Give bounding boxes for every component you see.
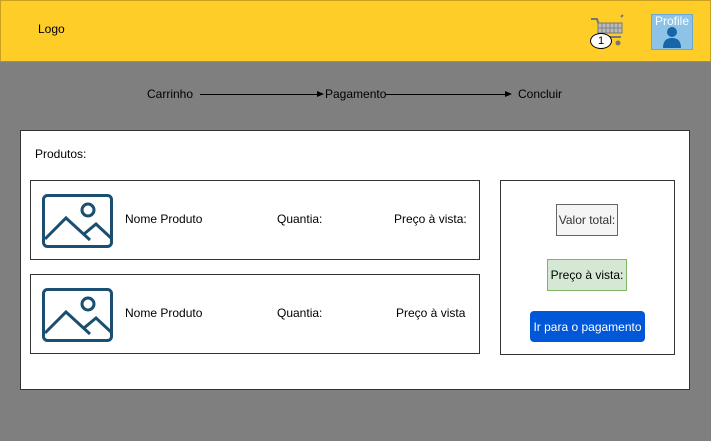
logo[interactable]: Logo xyxy=(38,22,65,36)
product-quantity-label: Quantia: xyxy=(277,212,323,226)
cash-price-label: Preço à vista: xyxy=(547,259,627,291)
user-icon xyxy=(663,27,681,48)
profile-button[interactable]: Profile xyxy=(651,14,693,50)
total-value-label: Valor total: xyxy=(556,204,618,236)
go-to-payment-button[interactable]: Ir para o pagamento xyxy=(530,311,645,342)
step-arrow xyxy=(200,91,324,97)
step-pagamento: Pagamento xyxy=(325,87,387,101)
product-row: Nome Produto Quantia: Preço à vista xyxy=(30,274,480,354)
header: Logo 1 Profile xyxy=(0,0,711,62)
step-carrinho: Carrinho xyxy=(147,87,194,101)
product-price-label: Preço à vista xyxy=(396,306,466,320)
products-title: Produtos: xyxy=(35,147,87,161)
step-arrow xyxy=(386,91,512,97)
image-placeholder-icon xyxy=(42,194,113,248)
product-name: Nome Produto xyxy=(125,306,203,320)
product-row: Nome Produto Quantia: Preço à vista: xyxy=(30,180,480,260)
product-name: Nome Produto xyxy=(125,212,203,226)
step-concluir: Concluir xyxy=(518,87,563,101)
cart-count-badge: 1 xyxy=(590,33,612,49)
product-quantity-label: Quantia: xyxy=(277,306,323,320)
image-placeholder-icon xyxy=(42,288,113,342)
product-price-label: Preço à vista: xyxy=(394,212,467,226)
